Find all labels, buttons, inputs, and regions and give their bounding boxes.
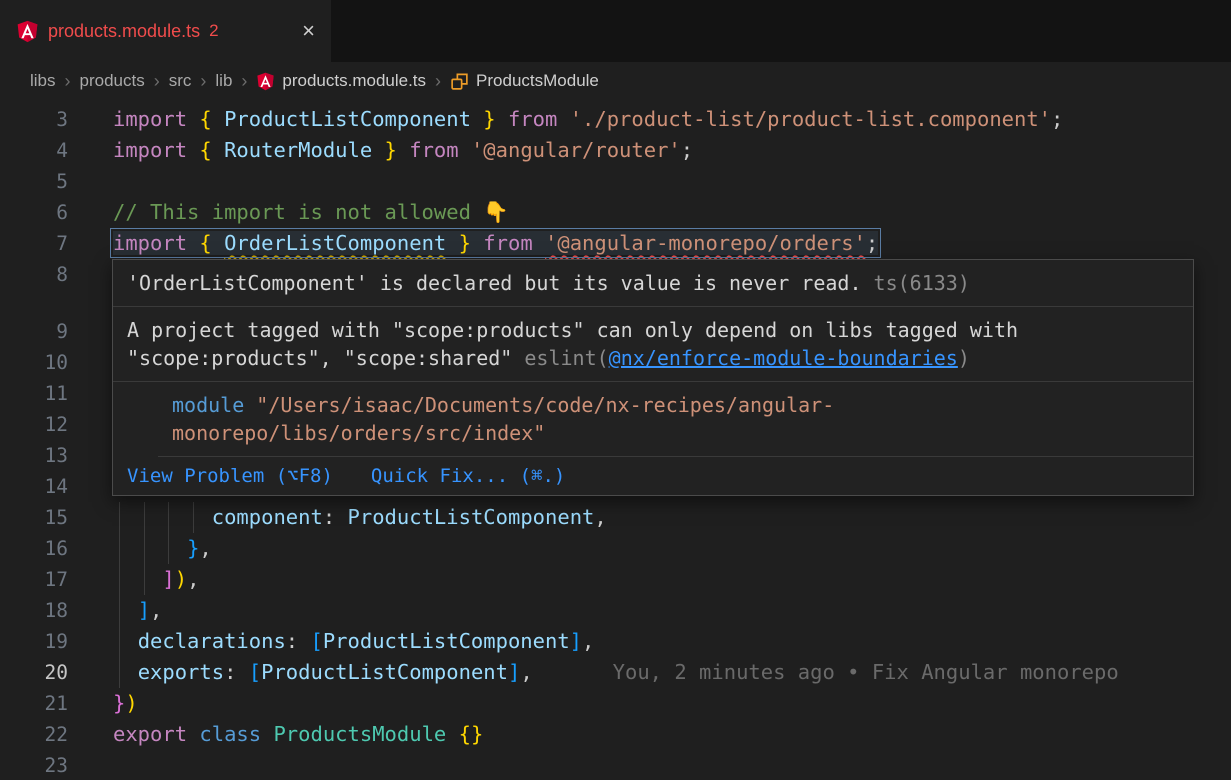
editor[interactable]: 3import { ProductListComponent } from '.… <box>0 100 1231 780</box>
code-line-16[interactable]: 16 }, <box>0 533 1231 564</box>
line-number[interactable]: 21 <box>0 688 68 719</box>
line-number[interactable]: 17 <box>0 564 68 595</box>
indent-guide <box>119 533 120 564</box>
line-number[interactable]: 20 <box>0 657 68 688</box>
code-line-18[interactable]: 18 ], <box>0 595 1231 626</box>
line-number[interactable]: 15 <box>0 502 68 533</box>
indent-guide <box>119 595 120 626</box>
breadcrumb-file[interactable]: products.module.ts <box>282 71 426 91</box>
tab-title: products.module.ts <box>48 21 200 42</box>
indent-guide <box>144 564 145 595</box>
indent-guide <box>168 533 169 564</box>
close-icon[interactable]: × <box>302 20 315 42</box>
hover-eslint-diagnostic: A project tagged with "scope:products" c… <box>113 307 1193 382</box>
breadcrumb-separator: › <box>200 71 206 92</box>
code-line-17[interactable]: 17 ]), <box>0 564 1231 595</box>
breadcrumb-folder[interactable]: libs <box>30 71 56 91</box>
angular-icon <box>16 20 39 43</box>
line-number[interactable]: 11 <box>0 378 68 409</box>
indent-guide <box>144 533 145 564</box>
line-number[interactable]: 7 <box>0 228 68 259</box>
breadcrumb: libs › products › src › lib › products.module.t… <box>0 62 1231 100</box>
line-number[interactable]: 22 <box>0 719 68 750</box>
line-number[interactable]: 9 <box>0 316 68 347</box>
code-line-15[interactable]: 15 component: ProductListComponent, <box>0 502 1231 533</box>
breadcrumb-folder[interactable]: products <box>80 71 145 91</box>
breadcrumb-symbol[interactable]: ProductsModule <box>476 71 599 91</box>
line-number[interactable]: 5 <box>0 166 68 197</box>
breadcrumb-folder[interactable]: src <box>169 71 192 91</box>
code-line-23[interactable]: 23 <box>0 750 1231 780</box>
code-line-4[interactable]: 4import { RouterModule } from '@angular/… <box>0 135 1231 166</box>
pointing-down-emoji: 👇 <box>483 200 509 224</box>
line-number[interactable]: 23 <box>0 750 68 780</box>
code-line-6[interactable]: 6// This import is not allowed 👇 <box>0 197 1231 228</box>
indent-guide <box>119 502 120 533</box>
tab-problems-badge: 2 <box>209 21 218 41</box>
git-blame-annotation: You, 2 minutes ago • Fix Angular monorep… <box>613 660 1119 684</box>
hover-module-path: module "/Users/isaac/Documents/code/nx-r… <box>158 382 1193 457</box>
code-line-5[interactable]: 5 <box>0 166 1231 197</box>
indent-guide <box>193 502 194 533</box>
breadcrumb-folder[interactable]: lib <box>215 71 232 91</box>
line-number[interactable]: 3 <box>0 104 68 135</box>
line-number[interactable]: 10 <box>0 347 68 378</box>
angular-file-icon <box>256 72 275 91</box>
line-number[interactable]: 12 <box>0 409 68 440</box>
code-line-7[interactable]: 7 import { OrderListComponent } from '@an… <box>0 228 1231 259</box>
tab-bar: products.module.ts 2 × <box>0 0 1231 62</box>
code-line-3[interactable]: 3import { ProductListComponent } from '.… <box>0 104 1231 135</box>
line-number[interactable]: 6 <box>0 197 68 228</box>
indent-guide <box>119 564 120 595</box>
breadcrumb-separator: › <box>241 71 247 92</box>
indent-guide <box>119 626 120 657</box>
quick-fix-action[interactable]: Quick Fix... (⌘.) <box>371 465 565 487</box>
code-line-19[interactable]: 19 declarations: [ProductListComponent], <box>0 626 1231 657</box>
line-number[interactable]: 14 <box>0 471 68 502</box>
indent-guide <box>119 657 120 688</box>
line-number[interactable]: 8 <box>0 259 68 290</box>
hover-actions-bar: View Problem (⌥F8) Quick Fix... (⌘.) <box>113 457 1193 495</box>
indent-guide <box>168 502 169 533</box>
nx-rule-link[interactable]: @nx/enforce-module-boundaries <box>609 346 958 370</box>
hover-widget: 'OrderListComponent' is declared but its… <box>112 259 1194 496</box>
code-line-21[interactable]: 21}) <box>0 688 1231 719</box>
line-number[interactable]: 19 <box>0 626 68 657</box>
code-line-20[interactable]: 20 exports: [ProductListComponent],You, … <box>0 657 1231 688</box>
breadcrumb-separator: › <box>435 71 441 92</box>
breadcrumb-separator: › <box>65 71 71 92</box>
class-symbol-icon <box>450 72 469 91</box>
code-line-22[interactable]: 22export class ProductsModule {} <box>0 719 1231 750</box>
hover-range-highlight: import { OrderListComponent } from '@ang… <box>113 231 878 255</box>
line-number[interactable]: 18 <box>0 595 68 626</box>
view-problem-action[interactable]: View Problem (⌥F8) <box>127 465 333 487</box>
line-number[interactable]: 16 <box>0 533 68 564</box>
indent-guide <box>144 502 145 533</box>
hover-ts-diagnostic: 'OrderListComponent' is declared but its… <box>113 260 1193 307</box>
line-number[interactable]: 4 <box>0 135 68 166</box>
line-number[interactable]: 13 <box>0 440 68 471</box>
breadcrumb-separator: › <box>154 71 160 92</box>
tab-products-module[interactable]: products.module.ts 2 × <box>0 0 331 62</box>
